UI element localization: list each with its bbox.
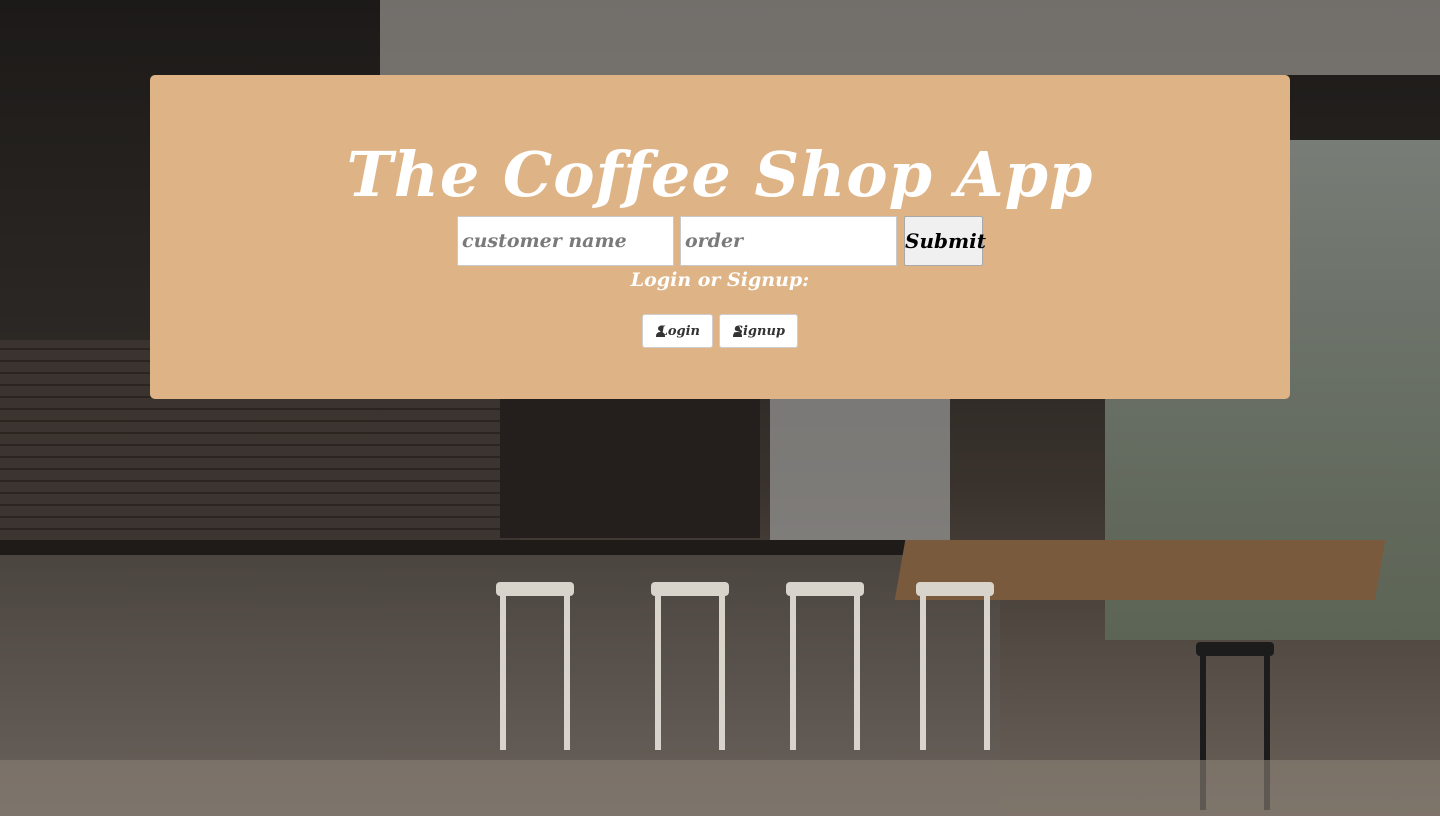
background-window-middle xyxy=(770,395,950,555)
background-stool xyxy=(786,582,864,750)
background-ceiling xyxy=(380,0,1440,75)
auth-buttons: Login Signup xyxy=(642,314,798,348)
background-shelf xyxy=(500,398,760,538)
order-form: Submit xyxy=(457,216,986,268)
order-input[interactable] xyxy=(680,216,897,266)
background-stool xyxy=(496,582,574,750)
login-signup-prompt: Login or Signup: xyxy=(630,269,810,291)
user-icon xyxy=(655,325,665,337)
submit-button[interactable]: Submit xyxy=(904,216,986,266)
user-icon xyxy=(732,325,738,337)
login-button[interactable]: Login xyxy=(642,314,713,348)
page-title: The Coffee Shop App xyxy=(346,138,1094,211)
signup-button[interactable]: Signup xyxy=(719,314,798,348)
background-stool xyxy=(651,582,729,750)
customer-name-input[interactable] xyxy=(457,216,674,266)
background-floor xyxy=(0,760,1440,816)
background-stool xyxy=(916,582,994,750)
main-panel: The Coffee Shop App Submit Login or Sign… xyxy=(150,75,1290,399)
